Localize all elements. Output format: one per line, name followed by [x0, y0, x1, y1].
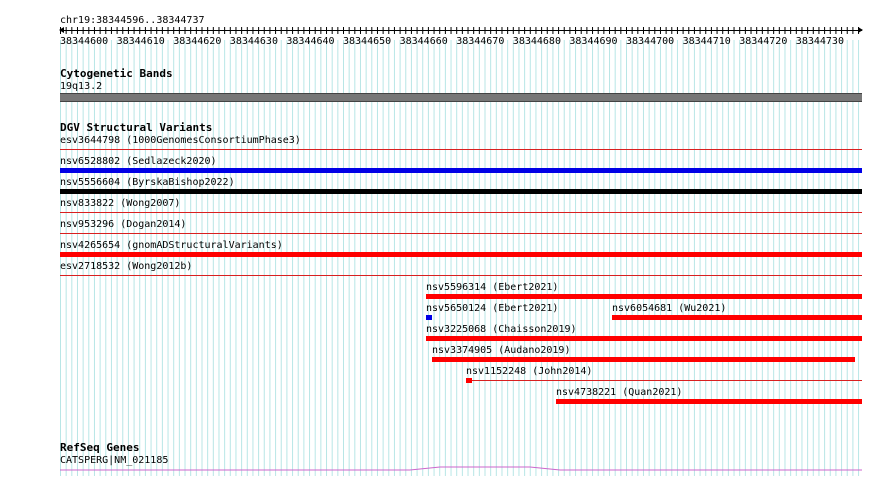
variant-bar[interactable] [426, 294, 862, 299]
variant-label[interactable]: nsv833822 (Wong2007) [60, 198, 180, 209]
variant-feature-line[interactable] [60, 149, 862, 150]
ruler-tick-label: 38344630 [229, 36, 278, 47]
genome-browser-view: chr19:38344596..38344737 38344600 3834461… [0, 0, 890, 482]
ruler-tick-label: 38344700 [626, 36, 675, 47]
variant-label[interactable]: nsv3374905 (Audano2019) [432, 345, 570, 356]
cytoband-track-title: Cytogenetic Bands [60, 67, 173, 80]
ruler-tick-label: 38344620 [173, 36, 222, 47]
variant-bar[interactable] [426, 315, 432, 320]
variant-label[interactable]: nsv5596314 (Ebert2021) [426, 282, 558, 293]
ruler-axis [60, 30, 862, 31]
ruler-tick-label: 38344680 [512, 36, 561, 47]
variant-feature-line[interactable] [60, 275, 862, 276]
ruler-tick-label: 38344730 [795, 36, 844, 47]
variant-label[interactable]: nsv5556604 (ByrskaBishop2022) [60, 177, 235, 188]
ruler-arrow-right [858, 27, 863, 33]
gene-intron-line[interactable] [60, 464, 862, 472]
variant-label[interactable]: nsv3225068 (Chaisson2019) [426, 324, 577, 335]
variant-bar[interactable] [426, 336, 862, 341]
variant-bar[interactable] [60, 168, 862, 173]
variant-bar[interactable] [432, 357, 855, 362]
ruler-tick-label: 38344610 [116, 36, 165, 47]
variant-label[interactable]: esv2718532 (Wong2012b) [60, 261, 192, 272]
variant-label[interactable]: nsv1152248 (John2014) [466, 366, 592, 377]
variant-bar[interactable] [556, 399, 862, 404]
variant-feature-line[interactable] [60, 233, 862, 234]
variant-label[interactable]: nsv5650124 (Ebert2021) [426, 303, 558, 314]
variant-label[interactable]: nsv6054681 (Wu2021) [612, 303, 726, 314]
variant-feature-line[interactable] [60, 212, 862, 213]
ruler-tick-label: 38344600 [60, 36, 109, 47]
ruler-tick-label: 38344720 [739, 36, 788, 47]
ruler-tick-label: 38344670 [456, 36, 505, 47]
ruler-tick-label: 38344660 [399, 36, 448, 47]
region-label: chr19:38344596..38344737 [60, 15, 205, 26]
cytoband-bar[interactable] [60, 93, 862, 102]
refseq-track-title: RefSeq Genes [60, 441, 140, 454]
variant-label[interactable]: nsv953296 (Dogan2014) [60, 219, 186, 230]
variant-label[interactable]: esv3644798 (1000GenomesConsortiumPhase3) [60, 135, 301, 146]
ruler-tick-label: 38344640 [286, 36, 335, 47]
ruler-arrow-left [59, 27, 64, 33]
variant-bar[interactable] [60, 252, 862, 257]
variant-bar[interactable] [60, 189, 862, 194]
variant-label[interactable]: nsv4738221 (Quan2021) [556, 387, 682, 398]
variant-bar[interactable] [612, 315, 862, 320]
variant-label[interactable]: nsv6528802 (Sedlazeck2020) [60, 156, 217, 167]
variant-label[interactable]: nsv4265654 (gnomADStructuralVariants) [60, 240, 283, 251]
dgv-track-title: DGV Structural Variants [60, 121, 213, 134]
ruler-tick-label: 38344710 [682, 36, 731, 47]
ruler-tick-label: 38344650 [343, 36, 392, 47]
variant-feature-line[interactable] [472, 380, 862, 381]
cytoband-label: 19q13.2 [60, 81, 103, 92]
ruler-tick-label: 38344690 [569, 36, 618, 47]
